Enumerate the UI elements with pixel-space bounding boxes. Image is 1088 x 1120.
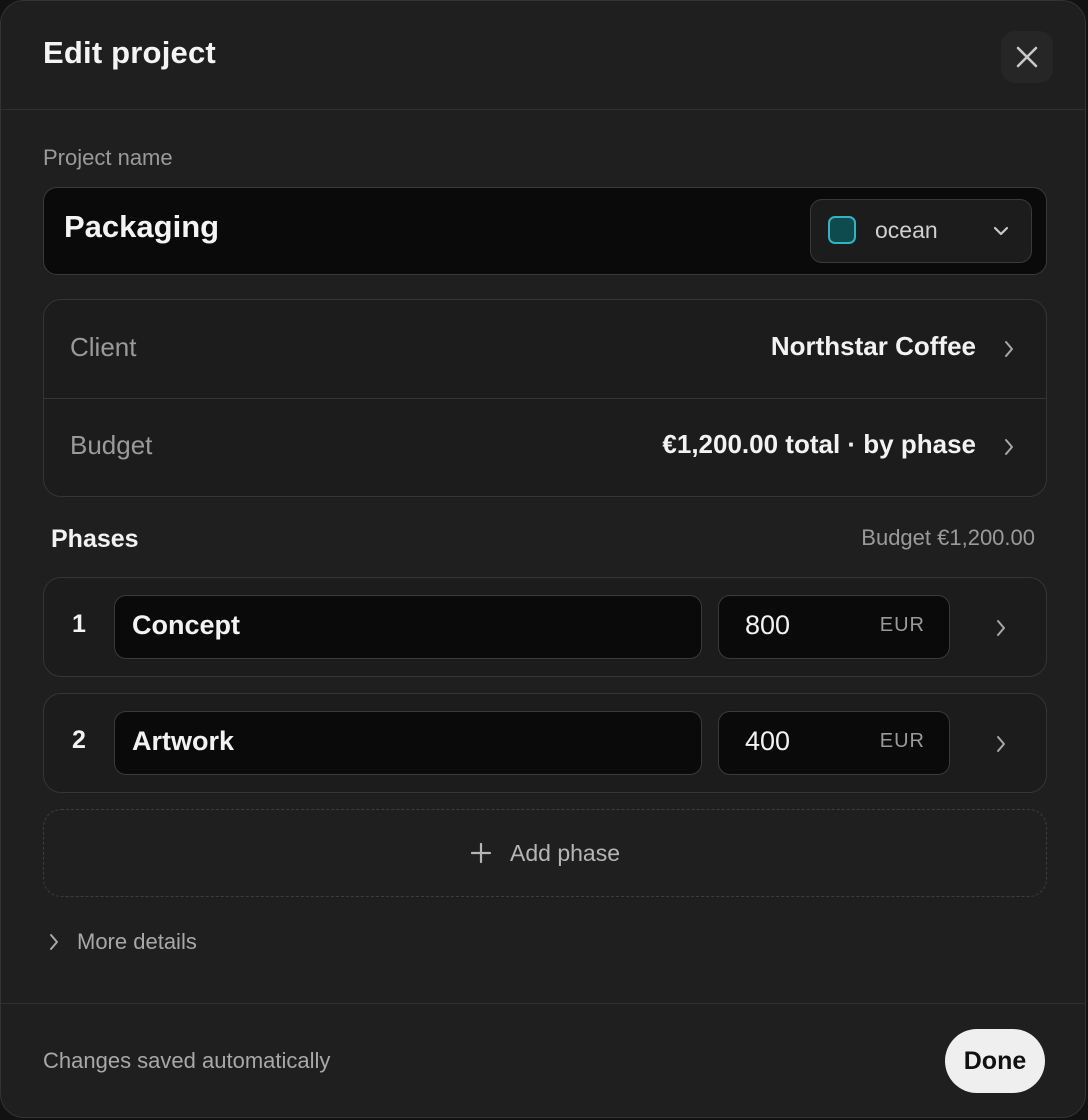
client-row[interactable]: Client Northstar Coffee [44,300,1046,399]
phase-name-value: Concept [132,610,240,640]
project-name-field[interactable]: ocean [43,187,1047,275]
phase-amount-value: 400 [745,726,791,756]
budget-label: Budget [70,430,153,460]
chevron-right-icon [50,934,58,950]
close-icon [1016,46,1038,68]
color-swatch [828,216,856,244]
phases-title: Phases [51,525,139,553]
done-button[interactable]: Done [945,1029,1045,1093]
phase-name-input[interactable]: Concept [114,595,702,659]
client-label: Client [70,332,137,362]
color-select[interactable]: ocean [810,199,1032,263]
client-value: Northstar Coffee [770,331,976,361]
chevron-down-icon [993,226,1009,236]
phase-amount-input[interactable]: 400 EUR [718,711,950,775]
close-button[interactable] [1001,31,1053,83]
dialog-header: Edit project [1,1,1085,110]
dialog-title: Edit project [43,35,216,70]
phases-budget-summary: Budget €1,200.00 [861,525,1035,550]
chevron-right-icon [1005,341,1013,357]
save-status: Changes saved automatically [43,1048,331,1073]
project-info-card: Client Northstar Coffee Budget €1,200.00… [43,299,1047,497]
dialog-footer: Changes saved automatically Done [1,1003,1085,1117]
budget-row[interactable]: Budget €1,200.00 total · by phase [44,398,1046,496]
add-phase-label: Add phase [510,839,620,866]
color-select-value: ocean [875,217,938,243]
edit-project-dialog: Edit project Project name ocean Client N… [0,0,1086,1118]
project-name-input[interactable] [62,208,766,246]
phase-number: 1 [72,610,86,638]
phase-row: 2 Artwork 400 EUR [43,693,1047,793]
phase-number: 2 [72,726,86,754]
phase-currency: EUR [879,730,925,752]
phase-row: 1 Concept 800 EUR [43,577,1047,677]
add-phase-button[interactable]: Add phase [43,809,1047,897]
chevron-right-icon[interactable] [994,733,1008,755]
more-details-toggle[interactable]: More details [47,929,197,955]
more-details-label: More details [77,929,197,954]
chevron-right-icon[interactable] [994,617,1008,639]
phase-name-input[interactable]: Artwork [114,711,702,775]
project-name-label: Project name [43,145,173,170]
plus-icon [470,842,492,864]
budget-value: €1,200.00 total · by phase [662,429,976,459]
phase-currency: EUR [879,614,925,636]
chevron-right-icon [1005,439,1013,455]
phase-amount-input[interactable]: 800 EUR [718,595,950,659]
phase-name-value: Artwork [132,726,235,756]
phase-amount-value: 800 [745,610,791,640]
